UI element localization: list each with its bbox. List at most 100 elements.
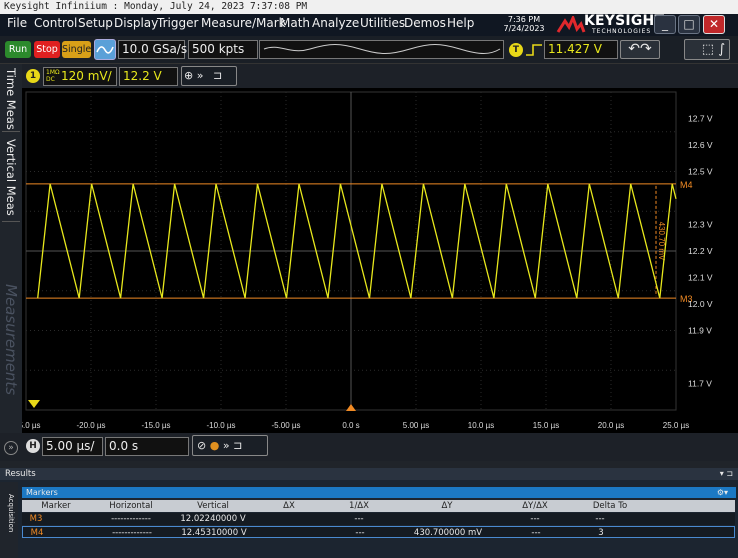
timebase-position-field[interactable]: 0.0 s xyxy=(105,437,189,456)
toolbar: Run Stop Single 10.0 GSa/s 500 kpts T 11… xyxy=(0,36,738,64)
results-title: Results xyxy=(5,469,36,479)
menu-demos[interactable]: Demos xyxy=(404,16,446,30)
trigger-level-field[interactable]: 11.427 V xyxy=(544,40,618,59)
menu-display[interactable]: Display xyxy=(114,16,158,30)
dy-dx-value: --- xyxy=(530,514,540,524)
channel-1-badge[interactable]: 1 xyxy=(26,69,40,83)
col-horizontal: Horizontal xyxy=(109,501,153,511)
table-row[interactable]: M4 ------------- 12.45310000 V --- 430.7… xyxy=(22,526,735,538)
delta-y-value: 430.700000 mV xyxy=(413,528,483,538)
trigger-position-icon xyxy=(346,404,356,411)
menu-trigger[interactable]: Trigger xyxy=(157,16,198,30)
y-tick-label: 12.2 V xyxy=(688,246,713,256)
y-tick-label: 12.1 V xyxy=(688,273,713,283)
measurements-watermark: Measurements xyxy=(2,284,20,396)
channel-ground-icon xyxy=(28,400,40,408)
timebase-scale-field[interactable]: 5.00 µs/ xyxy=(42,437,103,456)
x-tick-label: 10.0 µs xyxy=(468,421,494,430)
menu-math[interactable]: Math xyxy=(280,16,310,30)
clock: 7:36 PM 7/24/2023 xyxy=(496,15,552,33)
clock-date: 7/24/2023 xyxy=(503,24,545,33)
measure-icon: ⬚ ∫ xyxy=(701,42,725,57)
menu-help[interactable]: Help xyxy=(447,16,474,30)
col-dy-dx: ΔY/ΔX xyxy=(522,501,548,511)
vertical-value: 12.02240000 V xyxy=(180,514,246,524)
undo-icon[interactable]: ↶ xyxy=(628,41,640,57)
close-button[interactable]: ✕ xyxy=(703,15,725,34)
menu-measure-mark[interactable]: Measure/Mark xyxy=(201,16,286,30)
x-tick-label: -10.0 µs xyxy=(206,421,235,430)
trigger-edge-icon[interactable] xyxy=(525,43,543,57)
undo-redo-button[interactable]: ↶↷ xyxy=(620,40,660,59)
restore-button[interactable]: □ xyxy=(678,15,700,34)
timebase-controls: ⊘ ● » ⊐ xyxy=(192,435,268,456)
results-table-header: Marker Horizontal Vertical ΔX 1/ΔX ΔY ΔY… xyxy=(22,500,735,512)
y-tick-label: 12.5 V xyxy=(688,167,713,177)
minimize-button[interactable]: _ xyxy=(654,15,676,34)
autoscale-icon xyxy=(96,46,114,54)
results-menu-icon[interactable]: ▾ ⊐ xyxy=(720,468,733,480)
delta-x-value xyxy=(254,513,324,525)
timebase-expand-icon[interactable]: » xyxy=(223,439,230,452)
trigger-source-badge[interactable]: T xyxy=(509,43,523,57)
pin-icon[interactable]: ⊐ xyxy=(213,69,222,82)
expand-panel-icon[interactable]: » xyxy=(4,441,18,455)
acquisition-tab[interactable]: Acquisition xyxy=(0,482,18,558)
waveform-display[interactable]: M4M3430.70 mV-25.0 µs-20.0 µs-15.0 µs-10… xyxy=(11,88,738,433)
vertical-value: 12.45310000 V xyxy=(181,528,247,538)
tab-time-meas[interactable]: Time Meas xyxy=(2,66,20,132)
logo-text: KEYSIGHT xyxy=(584,13,665,29)
channel-scale-value: 120 mV/ xyxy=(61,69,112,83)
acquisition-tab-label: Acquisition xyxy=(7,493,15,533)
channel-scale-field[interactable]: 1MΩ DC 120 mV/ xyxy=(43,67,117,86)
y-tick-label: 12.7 V xyxy=(688,114,713,124)
single-button[interactable]: Single xyxy=(62,41,91,58)
y-tick-label: 12.0 V xyxy=(688,299,713,309)
redo-icon[interactable]: ↷ xyxy=(640,41,652,57)
delta-y-value xyxy=(394,513,500,525)
coupling-impedance: 1MΩ xyxy=(46,69,60,76)
channel-controls: ⊕ » ⊐ xyxy=(181,66,237,86)
memory-depth-field[interactable]: 500 kpts xyxy=(188,40,258,59)
inv-delta-x-value: --- xyxy=(355,528,365,538)
zoom-icon[interactable]: ⊘ xyxy=(197,439,206,452)
stop-button[interactable]: Stop xyxy=(34,41,60,58)
markers-settings-icon[interactable]: ⚙▾ xyxy=(717,487,728,498)
tab-vertical-meas[interactable]: Vertical Meas xyxy=(2,134,20,222)
delta-to-value: --- xyxy=(595,514,605,524)
coupling-indicator: 1MΩ DC xyxy=(46,69,60,83)
side-tabs: Time Meas Vertical Meas Measurements xyxy=(0,64,22,440)
expand-icon[interactable]: » xyxy=(197,69,204,82)
add-channel-icon[interactable]: ⊕ xyxy=(184,69,193,82)
menu-setup[interactable]: Setup xyxy=(78,16,113,30)
autoscale-button[interactable] xyxy=(94,39,116,60)
horizontal-badge[interactable]: H xyxy=(26,439,40,453)
y-tick-label: 12.6 V xyxy=(688,140,713,150)
y-tick-label: 11.7 V xyxy=(688,379,712,389)
record-icon[interactable]: ● xyxy=(210,439,220,452)
measure-toggle-button[interactable]: ⬚ ∫ xyxy=(684,39,730,60)
col-delta-to: Delta To xyxy=(592,501,628,511)
sample-rate-field[interactable]: 10.0 GSa/s xyxy=(118,40,187,59)
markers-tab-header[interactable]: Markers ⚙▾ xyxy=(22,487,736,498)
channel-offset-field[interactable]: 12.2 V xyxy=(119,67,178,86)
x-tick-label: -20.0 µs xyxy=(76,421,105,430)
waveform-plot[interactable]: M4M3430.70 mV-25.0 µs-20.0 µs-15.0 µs-10… xyxy=(11,88,738,433)
x-tick-label: 25.0 µs xyxy=(663,421,689,430)
menu-utilities[interactable]: Utilities xyxy=(360,16,405,30)
x-tick-label: -15.0 µs xyxy=(141,421,170,430)
menu-control[interactable]: Control xyxy=(34,16,77,30)
horizontal-value: ------------- xyxy=(112,528,152,538)
menu-file[interactable]: File xyxy=(7,16,27,30)
x-tick-label: 20.0 µs xyxy=(598,421,624,430)
run-button[interactable]: Run xyxy=(5,41,31,58)
acquisition-overview[interactable] xyxy=(259,40,504,59)
col-delta-x: ΔX xyxy=(283,501,295,511)
table-row[interactable]: M3 ------------- 12.02240000 V --- --- -… xyxy=(22,513,735,525)
results-header: Results ▾ ⊐ xyxy=(0,468,738,480)
acquisition-overview-icon xyxy=(263,44,501,54)
x-tick-label: -5.00 µs xyxy=(271,421,300,430)
col-vertical: Vertical xyxy=(197,501,229,511)
timebase-pin-icon[interactable]: ⊐ xyxy=(233,439,242,452)
menu-analyze[interactable]: Analyze xyxy=(312,16,359,30)
